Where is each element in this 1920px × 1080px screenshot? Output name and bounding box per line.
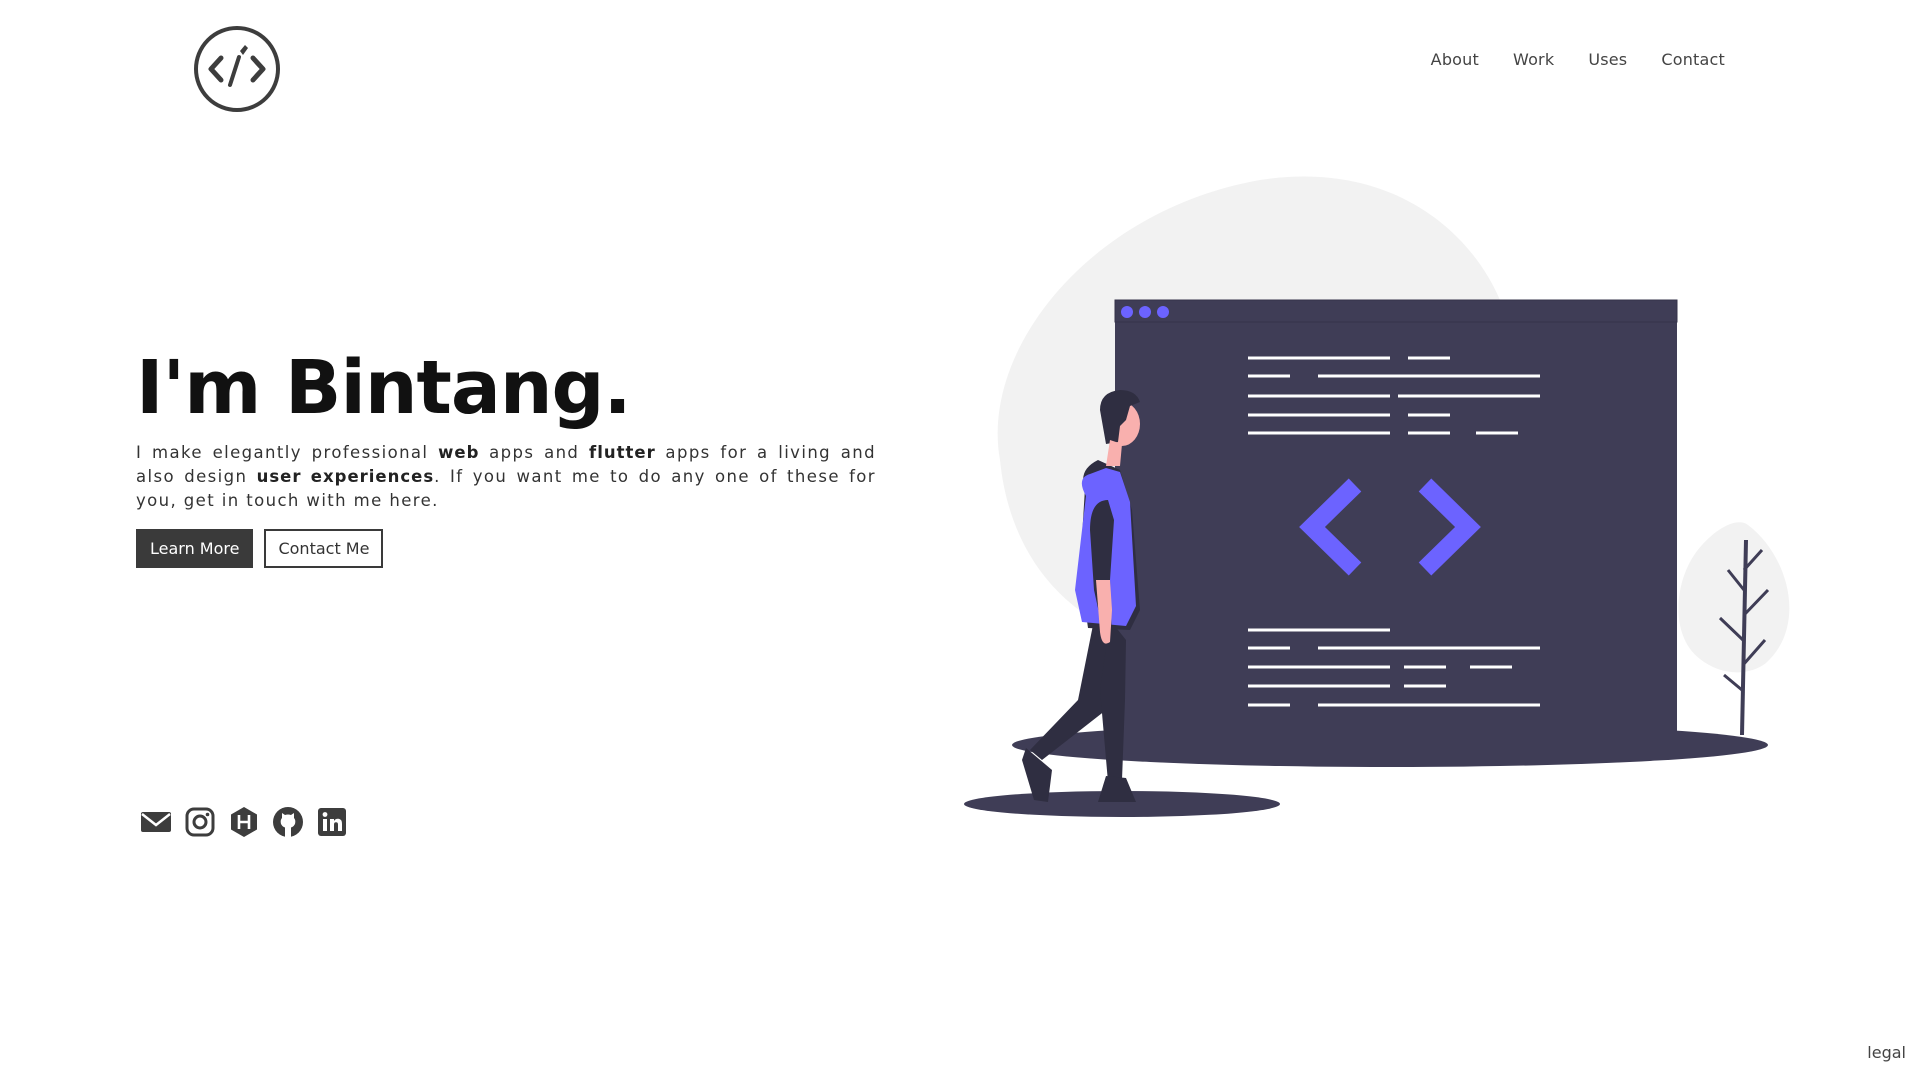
hero-illustration bbox=[964, 176, 1790, 817]
desc-bold-web: web bbox=[438, 443, 480, 462]
nav-contact[interactable]: Contact bbox=[1661, 50, 1725, 69]
linkedin-icon[interactable] bbox=[316, 806, 348, 838]
hero-title: I'm Bintang. bbox=[136, 345, 632, 431]
main-nav: About Work Uses Contact bbox=[1431, 50, 1725, 69]
contact-me-button[interactable]: Contact Me bbox=[264, 529, 384, 568]
desc-text-2: apps and bbox=[479, 443, 590, 462]
instagram-icon[interactable] bbox=[184, 806, 216, 838]
page: About Work Uses Contact I'm Bintang. I m… bbox=[0, 0, 1920, 1080]
hashnode-icon[interactable] bbox=[228, 806, 260, 838]
desc-text-1: I make elegantly professional bbox=[136, 443, 439, 462]
desc-bold-flutter: flutter bbox=[589, 443, 656, 462]
hero-buttons: Learn More Contact Me bbox=[136, 529, 384, 568]
browser-window bbox=[1114, 299, 1678, 747]
site-logo[interactable] bbox=[193, 25, 281, 113]
legal-link[interactable]: legal bbox=[1867, 1043, 1906, 1062]
social-links bbox=[140, 806, 348, 838]
learn-more-button[interactable]: Learn More bbox=[136, 529, 254, 568]
nav-about[interactable]: About bbox=[1431, 50, 1479, 69]
nav-uses[interactable]: Uses bbox=[1588, 50, 1627, 69]
tree-icon bbox=[1678, 522, 1790, 736]
desc-bold-ux: user experiences bbox=[256, 467, 435, 486]
github-icon[interactable] bbox=[272, 806, 304, 838]
nav-work[interactable]: Work bbox=[1513, 50, 1554, 69]
mail-icon[interactable] bbox=[140, 806, 172, 838]
hero-description: I make elegantly professional web apps a… bbox=[136, 441, 876, 513]
code-brush-logo-icon bbox=[194, 26, 280, 112]
